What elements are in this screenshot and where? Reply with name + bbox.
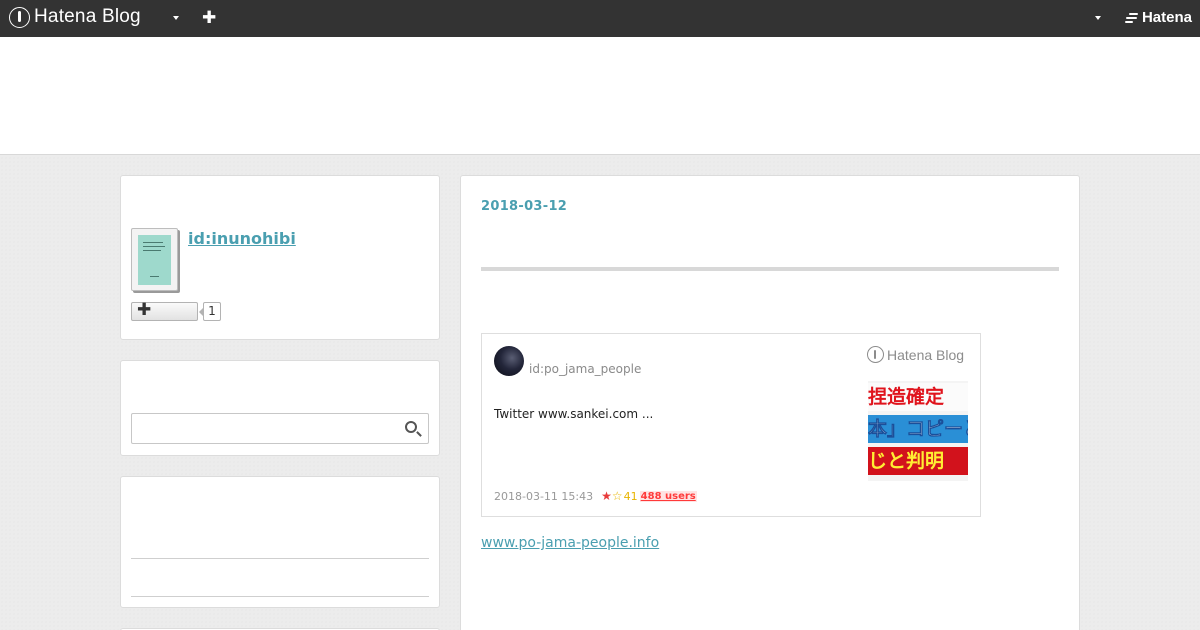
subscriber-count: 1	[199, 302, 221, 321]
entry-article: 2018-03-12 id:po_jama_people Hatena Blog…	[460, 175, 1080, 630]
hatena-blog-icon	[9, 6, 30, 28]
thumbnail-caption: 本」コピーと	[868, 415, 968, 443]
avatar[interactable]	[131, 228, 178, 291]
hatena-blog-icon	[867, 346, 884, 363]
embed-timestamp: 2018-03-11 15:43	[494, 489, 594, 503]
hatena-logo[interactable]: Hatena	[1124, 9, 1192, 26]
entry-title-divider	[481, 267, 1059, 271]
search-icon[interactable]	[405, 421, 417, 433]
blog-card-embed[interactable]: id:po_jama_people Hatena Blog Twitter ww…	[481, 333, 981, 517]
profile-module: id:inunohibi ✚ 1	[120, 175, 440, 340]
embed-brand-name: Hatena Blog	[887, 346, 965, 363]
new-post-button[interactable]: ✚	[202, 7, 216, 29]
sidebar-module	[120, 476, 440, 608]
brand-name: Hatena Blog	[34, 6, 141, 27]
embed-meta: 2018-03-11 15:43 ★ ☆ 41 488 users	[494, 489, 697, 503]
plus-icon: ✚	[137, 300, 152, 320]
star-count[interactable]: 41	[624, 490, 638, 503]
red-star-icon: ★	[601, 489, 612, 503]
embed-thumbnail[interactable]: 捏造確定 本」コピーと じと判明	[868, 381, 968, 481]
hatena-mark-icon	[1124, 12, 1139, 24]
hatena-label: Hatena	[1141, 9, 1192, 26]
global-header: Hatena Blog ✚ Hatena	[0, 0, 1200, 37]
divider	[131, 596, 429, 597]
avatar-image	[138, 235, 171, 285]
star-icon[interactable]: ☆	[612, 489, 623, 503]
bookmark-users-badge[interactable]: 488 users	[639, 490, 697, 502]
embed-hatena-blog-logo[interactable]: Hatena Blog	[867, 346, 964, 363]
embed-excerpt: Twitter www.sankei.com ...	[494, 407, 654, 421]
thumbnail-caption: じと判明	[868, 447, 968, 475]
user-menu-chevron-icon[interactable]	[1095, 16, 1101, 20]
search-module	[120, 360, 440, 456]
embed-author-id[interactable]: id:po_jama_people	[529, 362, 641, 376]
entry-source-link[interactable]: www.po-jama-people.info	[481, 535, 659, 551]
chevron-down-icon[interactable]	[173, 16, 179, 20]
subscribe-button[interactable]: ✚	[131, 300, 198, 321]
profile-user-id[interactable]: id:inunohibi	[188, 229, 296, 248]
embed-author-avatar[interactable]	[494, 346, 524, 376]
hatena-blog-logo[interactable]: Hatena Blog	[9, 6, 141, 28]
thumbnail-caption: 捏造確定	[868, 383, 968, 411]
entry-date[interactable]: 2018-03-12	[481, 199, 567, 214]
divider	[131, 558, 429, 559]
search-input[interactable]	[131, 413, 429, 444]
ad-banner-area	[0, 37, 1200, 155]
